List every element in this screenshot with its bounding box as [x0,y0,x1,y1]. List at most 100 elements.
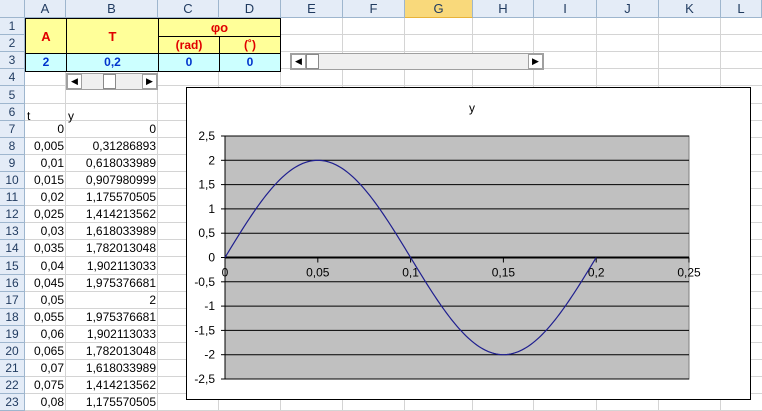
row-header-6[interactable]: 6 [0,104,25,121]
t-value-cell[interactable]: 0,005 [25,138,66,155]
row-header-23[interactable]: 23 [0,394,25,411]
y-value-cell[interactable]: 2 [66,292,158,309]
t-value-cell[interactable]: 0,02 [25,189,66,206]
y-value-cell[interactable]: 1,782013048 [66,240,158,257]
t-value-cell[interactable]: 0,065 [25,343,66,360]
y-value-cell[interactable]: 1,414213562 [66,206,158,223]
y-value-cell[interactable]: 1,902113033 [66,257,158,275]
y-tick-label: 1 [208,202,215,216]
x-tick-label: 0 [222,266,229,280]
row-header-18[interactable]: 18 [0,309,25,326]
row-header-17[interactable]: 17 [0,292,25,309]
y-value-cell[interactable]: 0,618033989 [66,155,158,172]
phase-scroll-left-button[interactable]: ◀ [291,54,306,69]
column-header-e[interactable]: E [281,0,343,18]
row-header-5[interactable]: 5 [0,86,25,104]
column-header-b[interactable]: B [66,0,158,18]
row-header-20[interactable]: 20 [0,343,25,360]
chart-title: y [469,101,475,115]
x-tick-label: 0,25 [677,266,701,280]
row-header-4[interactable]: 4 [0,69,25,86]
y-value-cell[interactable]: 1,175570505 [66,189,158,206]
header-phi-cell[interactable]: φo [158,18,281,37]
row-header-16[interactable]: 16 [0,275,25,292]
y-value-cell[interactable]: 1,902113033 [66,326,158,343]
t-value-cell[interactable]: 0,08 [25,394,66,411]
t-value-cell[interactable]: 0,075 [25,377,66,394]
period-scroll-thumb[interactable] [103,74,116,89]
column-header-i[interactable]: I [534,0,597,18]
row-header-1[interactable]: 1 [0,18,25,35]
value-phi-deg-cell[interactable]: 0 [219,53,281,72]
header-rad-cell[interactable]: (rad) [158,36,220,54]
column-header-c[interactable]: C [158,0,219,18]
header-T-cell[interactable]: T [66,18,159,54]
row-header-3[interactable]: 3 [0,52,25,69]
value-phi-rad-cell[interactable]: 0 [158,53,220,72]
column-header-d[interactable]: D [219,0,281,18]
y-value-cell[interactable]: 1,175570505 [66,394,158,411]
x-tick-label: 0,05 [306,266,330,280]
row-header-11[interactable]: 11 [0,189,25,206]
row-header-8[interactable]: 8 [0,138,25,155]
t-value-cell[interactable]: 0,025 [25,206,66,223]
t-value-cell[interactable]: 0,05 [25,292,66,309]
y-value-cell[interactable]: 1,782013048 [66,343,158,360]
column-header-f[interactable]: F [343,0,405,18]
row-header-12[interactable]: 12 [0,206,25,223]
x-tick-label: 0,15 [492,266,516,280]
y-value-cell[interactable]: 1,975376681 [66,309,158,326]
phase-scroll-right-button[interactable]: ▶ [528,54,543,69]
row-header-2[interactable]: 2 [0,35,25,52]
row-header-19[interactable]: 19 [0,326,25,343]
t-value-cell[interactable]: 0,03 [25,223,66,240]
header-A-cell[interactable]: A [25,18,67,54]
t-value-cell[interactable]: 0,015 [25,172,66,189]
sine-chart[interactable]: y 2,5 2 1,5 1 0,5 0 -0,5 -1 -1,5 -2 -2,5 0 0,05 0,1 0,1… [186,87,751,400]
column-header-g[interactable]: G [405,0,473,18]
column-header-j[interactable]: J [597,0,659,18]
phase-scroll-thumb[interactable] [306,54,319,69]
y-tick-label: -0,5 [194,275,215,289]
row-header-9[interactable]: 9 [0,155,25,172]
t-value-cell[interactable]: 0,055 [25,309,66,326]
y-tick-label: -1,5 [194,323,215,337]
row-header-13[interactable]: 13 [0,223,25,240]
y-value-cell[interactable]: 1,618033989 [66,360,158,377]
y-value-cell[interactable]: 1,975376681 [66,275,158,292]
y-tick-label: 2 [208,153,215,167]
t-value-cell[interactable]: 0,045 [25,275,66,292]
row-header-22[interactable]: 22 [0,377,25,394]
y-value-cell[interactable]: 1,414213562 [66,377,158,394]
row-header-7[interactable]: 7 [0,121,25,138]
row-header-10[interactable]: 10 [0,172,25,189]
header-deg-cell[interactable]: (˚) [219,36,281,54]
column-header-h[interactable]: H [473,0,534,18]
t-value-cell[interactable]: 0,04 [25,257,66,275]
phase-scrollbar[interactable]: ◀ ▶ [290,53,544,70]
period-scroll-left-button[interactable]: ◀ [67,74,82,89]
y-tick-label: 0 [208,251,215,265]
y-value-cell[interactable]: 0,31286893 [66,138,158,155]
select-all-corner[interactable] [0,0,25,18]
column-header-a[interactable]: A [25,0,66,18]
value-T-cell[interactable]: 0,2 [66,53,159,72]
value-A-cell[interactable]: 2 [25,53,67,72]
column-header-k[interactable]: K [659,0,721,18]
y-tick-label: 0,5 [198,226,215,240]
column-header-l[interactable]: L [721,0,762,18]
t-value-cell[interactable]: 0,07 [25,360,66,377]
row-header-14[interactable]: 14 [0,240,25,257]
y-value-cell[interactable]: 1,618033989 [66,223,158,240]
t-value-cell[interactable]: 0,035 [25,240,66,257]
t-value-cell[interactable]: 0,06 [25,326,66,343]
row-header-21[interactable]: 21 [0,360,25,377]
period-scrollbar[interactable]: ◀ ▶ [66,73,158,90]
t-value-cell[interactable]: 0 [25,121,66,138]
y-value-cell[interactable]: 0 [66,121,158,138]
t-value-cell[interactable]: 0,01 [25,155,66,172]
y-value-cell[interactable]: 0,907980999 [66,172,158,189]
row-header-15[interactable]: 15 [0,257,25,275]
spreadsheet-grid: ABCDEFGHIJKL 1 2 3 4 5 6 7 8 9 10 11 12 13 14 15 16 17 18… [0,0,762,411]
period-scroll-right-button[interactable]: ▶ [142,74,157,89]
